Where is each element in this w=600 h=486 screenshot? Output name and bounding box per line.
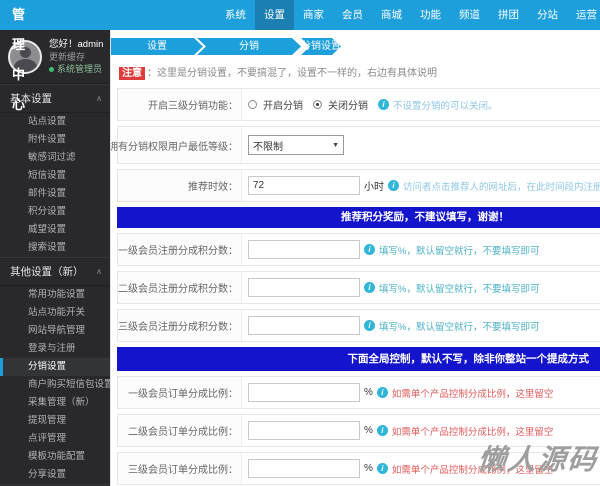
main-content: 设置 分销 分销设置 注意 ：这里是分销设置，不要搞混了，设置不一样的，右边有具体说明… [110, 30, 600, 486]
l1-order-ratio-input[interactable] [248, 383, 360, 402]
sidebar-item[interactable]: 登录与注册 [0, 340, 110, 358]
field-hint: 如需单个产品控制分成比例，这里留空 [391, 388, 554, 400]
nav-item[interactable]: 商城 [372, 0, 411, 30]
info-icon: i [376, 463, 388, 474]
l3-order-ratio-input[interactable] [248, 459, 360, 478]
field-hint: 如需单个产品控制分成比例，这里留空 [391, 426, 554, 438]
radio-close-distribution[interactable] [313, 100, 322, 109]
sidebar-item[interactable]: 模板功能配置 [0, 448, 110, 466]
top-nav: 系统设置商家会员商城功能频道拼团分站运营微信上门服务农家乐酒店 [216, 0, 600, 30]
online-dot-icon [49, 67, 54, 73]
l3-register-points-input[interactable] [248, 316, 360, 335]
notice: 注意 ：这里是分销设置，不要搞混了，设置不一样的，右边有具体说明 [119, 64, 600, 80]
referral-ttl-input[interactable] [248, 176, 360, 195]
sidebar-item[interactable]: 采集管理（新） [0, 394, 110, 412]
l1-register-points-input[interactable] [248, 240, 360, 259]
l2-register-points-input[interactable] [248, 278, 360, 297]
breadcrumb-tab[interactable]: 分销 [197, 38, 301, 55]
field-hint: 填写%，默认留空就行，不要填写即可 [379, 283, 540, 295]
sidebar-item[interactable]: 网站导航管理 [0, 322, 110, 340]
row-label: 二级会员注册分成积分数： [118, 272, 242, 303]
radio-open-distribution[interactable] [248, 100, 257, 109]
banner-points-warning: 推荐积分奖励，不建议填写，谢谢！ [117, 207, 600, 228]
form-row-l3-register-points: 三级会员注册分成积分数： i 填写%，默认留空就行，不要填写即可 [117, 309, 600, 342]
sidebar-item[interactable]: 短信设置 [0, 167, 110, 185]
refresh-cache-link[interactable]: 更新缓存 [49, 51, 103, 63]
row-label: 拥有分销权限用户最低等级： [111, 127, 242, 163]
nav-item[interactable]: 运营 [567, 0, 600, 30]
row-label: 一级会员订单分成比例： [118, 377, 242, 408]
nav-item[interactable]: 分站 [528, 0, 567, 30]
form-row-min-level: 拥有分销权限用户最低等级： 不限制 ▼ [111, 126, 600, 164]
radio-label[interactable]: 关闭分销 [328, 97, 368, 112]
field-hint: 填写%，默认留空就行，不要填写即可 [379, 321, 540, 333]
field-hint: 访问者点击推荐人的网址后，在此时间段内注册、下单，均认为是该推荐人所介绍的 [403, 181, 600, 193]
nav-item[interactable]: 拼团 [489, 0, 528, 30]
sidebar-menu: 基本设置 ∧ 站点设置 附件设置 敏感词过滤 短信设置 邮件设置 积分设置 威望设置 搜索设置 其他… [0, 84, 110, 486]
sidebar-item[interactable]: 分享设置 [0, 466, 110, 484]
app-logo: 管理中心 [12, 7, 27, 112]
l2-order-ratio-input[interactable] [248, 421, 360, 440]
row-label: 一级会员注册分成积分数： [118, 234, 242, 265]
sidebar-item[interactable]: 搜索设置 [0, 239, 110, 257]
breadcrumb-tab[interactable]: 分销设置 [301, 38, 341, 55]
sidebar-item[interactable]: 点评管理 [0, 430, 110, 448]
form-row-l1-order-ratio: 一级会员订单分成比例： % i 如需单个产品控制分成比例，这里留空 [117, 376, 600, 409]
min-level-select[interactable]: 不限制 ▼ [248, 135, 344, 155]
form-row-l1-register-points: 一级会员注册分成积分数： i 填写%，默认留空就行，不要填写即可 [117, 233, 600, 266]
nav-item[interactable]: 频道 [450, 0, 489, 30]
notice-badge: 注意 [119, 67, 145, 80]
row-label: 开启三级分销功能： [118, 89, 242, 120]
greeting: 您好！admin [49, 39, 104, 50]
field-hint: 不设置分销的可以关闭。 [393, 100, 498, 112]
form-row-l2-register-points: 二级会员注册分成积分数： i 填写%，默认留空就行，不要填写即可 [117, 271, 600, 304]
role-badge: 系统管理员 [49, 63, 103, 75]
breadcrumb: 设置 分销 分销设置 [117, 38, 600, 55]
sidebar-item[interactable]: 商户购买短信包设置 [0, 376, 110, 394]
nav-item[interactable]: 设置 [255, 0, 295, 30]
info-icon: i [378, 99, 389, 110]
nav-item[interactable]: 会员 [333, 0, 372, 30]
nav-item[interactable]: 功能 [411, 0, 450, 30]
sidebar-item[interactable]: 邮件设置 [0, 185, 110, 203]
row-label: 推荐时效： [118, 170, 242, 201]
notice-text: ：这里是分销设置，不要搞混了，设置不一样的，右边有具体说明 [147, 68, 437, 79]
percent-suffix: % [364, 425, 373, 436]
row-label: 三级会员注册分成积分数： [118, 310, 242, 341]
form-row-referral-ttl: 推荐时效： 小时 i 访问者点击推荐人的网址后，在此时间段内注册、下单，均认为是… [117, 169, 600, 202]
info-icon: i [364, 320, 375, 331]
sidebar-item[interactable]: 提现管理 [0, 412, 110, 430]
sidebar-item[interactable]: 常用功能设置 [0, 286, 110, 304]
sidebar-item[interactable]: 积分设置 [0, 203, 110, 221]
percent-suffix: % [364, 463, 373, 474]
chevron-up-icon: ∧ [96, 94, 102, 103]
unit-suffix: 小时 [364, 182, 384, 193]
nav-item[interactable]: 系统 [216, 0, 255, 30]
field-hint: 填写%，默认留空就行，不要填写即可 [379, 245, 540, 257]
row-label: 三级会员订单分成比例： [118, 453, 242, 484]
nav-item[interactable]: 商家 [294, 0, 333, 30]
info-icon: i [376, 425, 388, 436]
info-icon: i [388, 180, 399, 191]
info-icon: i [376, 387, 388, 398]
settings-form: 开启三级分销功能： 开启分销 关闭分销 i 不设置分销的可以关闭。 拥有分销权限… [111, 88, 600, 485]
radio-label[interactable]: 开启分销 [263, 97, 303, 112]
sidebar-section-header[interactable]: 其他设置（新） ∧ [0, 257, 110, 286]
info-icon: i [364, 282, 375, 293]
banner-global-control: 下面全局控制，默认不写，除非你整站一个提成方式 [117, 347, 600, 371]
percent-suffix: % [364, 387, 373, 398]
chevron-down-icon: ▼ [332, 141, 339, 149]
chevron-up-icon: ∧ [96, 267, 102, 276]
sidebar-item[interactable]: 敏感词过滤 [0, 149, 110, 167]
info-icon: i [364, 244, 375, 255]
breadcrumb-tab[interactable]: 设置 [111, 38, 203, 55]
row-label: 二级会员订单分成比例： [118, 415, 242, 446]
sidebar-item[interactable]: 分销设置 [0, 358, 110, 376]
sidebar-item[interactable]: 站点功能开关 [0, 304, 110, 322]
watermark: 懒人源码 [476, 444, 600, 475]
sidebar-item[interactable]: 威望设置 [0, 221, 110, 239]
form-row-distribution-toggle: 开启三级分销功能： 开启分销 关闭分销 i 不设置分销的可以关闭。 [117, 88, 600, 121]
topbar: 管理中心 系统设置商家会员商城功能频道拼团分站运营微信上门服务农家乐酒店 [0, 0, 600, 112]
sidebar-item[interactable]: 附件设置 [0, 131, 110, 149]
